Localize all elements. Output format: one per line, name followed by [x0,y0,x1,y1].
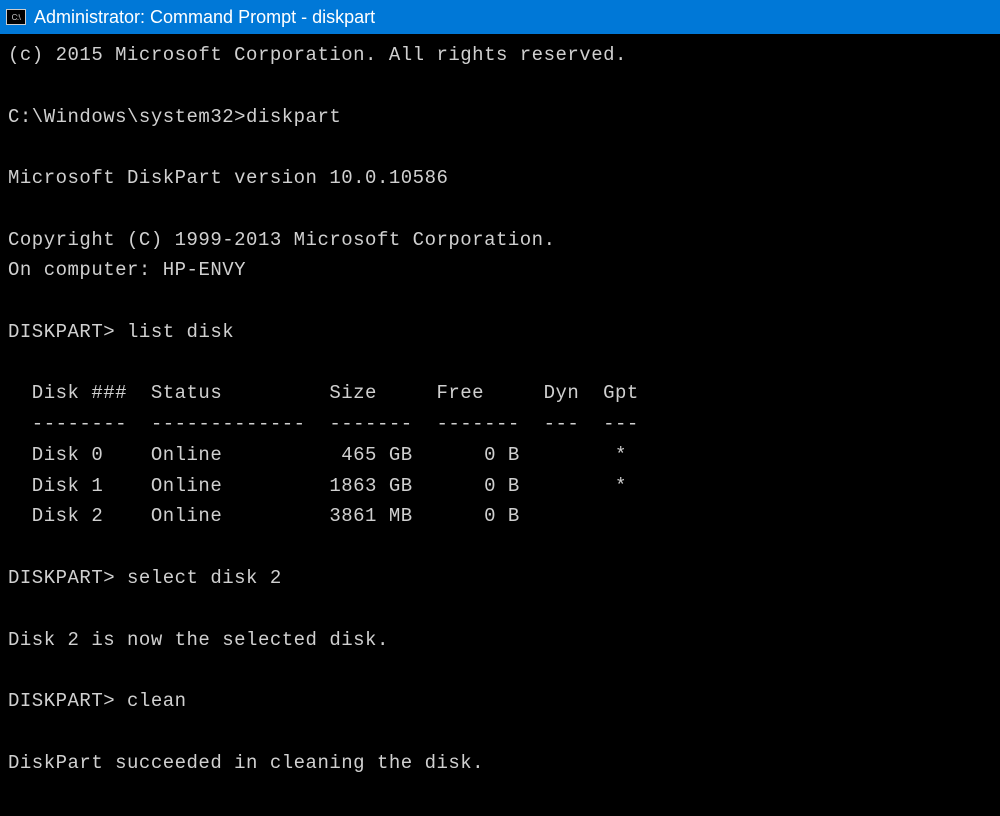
table-row: Disk 1 Online 1863 GB 0 B * [8,475,627,497]
cmd-list-disk: list disk [127,321,234,343]
on-computer-label: On computer: [8,259,163,281]
cmd-clean: clean [127,690,187,712]
terminal-output[interactable]: (c) 2015 Microsoft Corporation. All righ… [0,34,1000,816]
disk-table-header: Disk ### Status Size Free Dyn Gpt [8,382,639,404]
clean-result: DiskPart succeeded in cleaning the disk. [8,752,484,774]
diskpart-prompt: DISKPART> [8,690,127,712]
select-result: Disk 2 is now the selected disk. [8,629,389,651]
table-row: Disk 2 Online 3861 MB 0 B [8,505,520,527]
disk-table-divider: -------- ------------- ------- ------- -… [8,413,639,435]
cmd-select-disk: select disk 2 [127,567,282,589]
diskpart-prompt: DISKPART> [8,321,127,343]
diskpart-prompt: DISKPART> [8,567,127,589]
copyright-line: (c) 2015 Microsoft Corporation. All righ… [8,44,627,66]
cmd-icon-text: C:\ [12,13,21,22]
titlebar[interactable]: C:\ Administrator: Command Prompt - disk… [0,0,1000,34]
diskpart-copyright: Copyright (C) 1999-2013 Microsoft Corpor… [8,229,556,251]
command-prompt-window: C:\ Administrator: Command Prompt - disk… [0,0,1000,816]
table-row: Disk 0 Online 465 GB 0 B * [8,444,627,466]
window-title: Administrator: Command Prompt - diskpart [34,7,375,28]
cmd-icon: C:\ [6,9,26,25]
prompt-command: diskpart [246,106,341,128]
diskpart-version: Microsoft DiskPart version 10.0.10586 [8,167,448,189]
prompt-path: C:\Windows\system32> [8,106,246,128]
on-computer-value: HP-ENVY [163,259,246,281]
